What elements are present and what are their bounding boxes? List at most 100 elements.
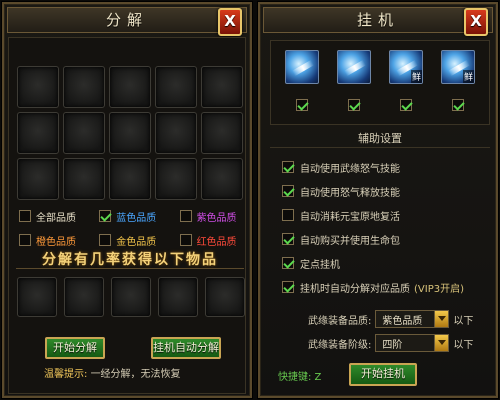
tier-suffix: 以下 — [453, 339, 474, 351]
skill-tag: 鲜 — [410, 70, 422, 83]
hotkey-hint: 快捷键: Z — [278, 372, 322, 383]
tier-select[interactable]: 四阶 — [375, 334, 450, 352]
decompose-title: 分解 — [105, 11, 148, 29]
option-checkbox[interactable] — [282, 281, 294, 293]
reward-slot[interactable] — [111, 277, 151, 317]
warning-tip: 温馨提示: 一经分解，无法恢复 — [44, 365, 181, 380]
filter-label: 橙色品质 — [36, 236, 76, 248]
item-slot[interactable] — [109, 158, 151, 200]
item-slot[interactable] — [109, 112, 151, 154]
option-auto-decompose[interactable]: 挂机时自动分解对应品质 (VIP3开启) — [282, 279, 464, 295]
option-label: 自动购买并使用生命包 — [300, 235, 400, 247]
option-checkbox[interactable] — [282, 233, 294, 245]
option-checkbox[interactable] — [282, 185, 294, 197]
option-auto-buy-health[interactable]: 自动购买并使用生命包 — [282, 231, 400, 247]
item-slot[interactable] — [201, 158, 243, 200]
quality-select-row: 武缘装备品质: 紫色品质 以下 — [308, 309, 473, 329]
filter-purple-quality[interactable]: 紫色品质 — [179, 209, 244, 224]
filter-checkbox[interactable] — [179, 210, 192, 222]
item-slot[interactable] — [155, 66, 197, 108]
option-auto-release-skill[interactable]: 自动使用怒气释放技能 — [282, 183, 400, 199]
skill-checkbox[interactable] — [400, 99, 412, 111]
item-slot[interactable] — [201, 66, 243, 108]
filter-checkbox[interactable] — [179, 234, 192, 246]
filter-all-quality[interactable]: 全部品质 — [19, 209, 99, 224]
filter-blue-quality[interactable]: 蓝色品质 — [99, 209, 179, 224]
quality-select[interactable]: 紫色品质 — [375, 310, 450, 328]
chevron-down-icon[interactable] — [434, 335, 449, 351]
auto-battle-title: 挂机 — [356, 11, 399, 29]
filter-orange-quality[interactable]: 橙色品质 — [19, 233, 99, 248]
filter-label: 全部品质 — [36, 212, 76, 224]
item-slot[interactable] — [63, 66, 105, 108]
item-slot[interactable] — [17, 112, 59, 154]
item-slot[interactable] — [63, 112, 105, 154]
option-label: 自动使用怒气释放技能 — [300, 187, 400, 199]
item-slot[interactable] — [109, 66, 151, 108]
reward-slot[interactable] — [17, 277, 57, 317]
tier-select-row: 武缘装备阶级: 四阶 以下 — [308, 333, 473, 353]
decompose-panel: 分解 X 全部品质 蓝色品质 紫色品质 橙色品质 金色品质 红色品质 分解有几率… — [2, 2, 252, 398]
skill-checkbox[interactable] — [452, 99, 464, 111]
reward-slot[interactable] — [158, 277, 198, 317]
item-slot[interactable] — [63, 158, 105, 200]
option-label: 定点挂机 — [300, 259, 340, 271]
reward-slot[interactable] — [205, 277, 245, 317]
skill-slash-icon[interactable] — [285, 50, 319, 84]
tier-label: 武缘装备阶级: — [308, 339, 372, 351]
auto-battle-close-button[interactable]: X — [464, 8, 488, 36]
tip-text: 一经分解，无法恢复 — [90, 369, 181, 380]
option-checkbox[interactable] — [282, 209, 294, 221]
tip-label: 温馨提示: — [44, 369, 88, 380]
assist-settings-title: 辅助设置 — [270, 130, 490, 148]
option-label: 自动消耗元宝原地复活 — [300, 211, 400, 223]
filter-label: 红色品质 — [196, 236, 237, 248]
item-slot[interactable] — [201, 112, 243, 154]
filter-label: 紫色品质 — [196, 212, 237, 224]
filter-checkbox[interactable] — [99, 234, 112, 246]
filter-red-quality[interactable]: 红色品质 — [179, 233, 244, 248]
filter-label: 蓝色品质 — [116, 212, 157, 224]
skill-glow — [291, 59, 315, 77]
option-label: 自动使用武缘怒气技能 — [300, 163, 400, 175]
item-slot[interactable] — [17, 158, 59, 200]
skill-thrust-icon[interactable]: 鲜 — [389, 50, 423, 84]
filter-checkbox[interactable] — [19, 234, 31, 246]
filter-checkbox[interactable] — [19, 210, 31, 222]
start-auto-battle-button[interactable]: 开始挂机 — [349, 363, 417, 386]
filter-checkbox[interactable] — [99, 210, 112, 222]
auto-decompose-button[interactable]: 挂机自动分解 — [151, 337, 221, 359]
option-label: 挂机时自动分解对应品质 — [300, 283, 410, 295]
vip-requirement: (VIP3开启) — [414, 283, 464, 295]
filter-gold-quality[interactable]: 金色品质 — [99, 233, 179, 248]
start-decompose-button[interactable]: 开始分解 — [45, 337, 105, 359]
skill-strike-icon[interactable]: 鲜 — [441, 50, 475, 84]
decompose-title-bar: 分解 X — [7, 7, 247, 36]
item-slot[interactable] — [155, 158, 197, 200]
chevron-down-icon[interactable] — [434, 311, 449, 327]
filter-label: 金色品质 — [116, 236, 157, 248]
option-auto-revive[interactable]: 自动消耗元宝原地复活 — [282, 207, 400, 223]
skill-glow — [343, 59, 367, 77]
skill-checkbox[interactable] — [348, 99, 360, 111]
skill-checkbox[interactable] — [296, 99, 308, 111]
tier-value: 四阶 — [382, 339, 403, 351]
close-icon: X — [224, 12, 236, 30]
quality-value: 紫色品质 — [382, 315, 423, 327]
quality-filters: 全部品质 蓝色品质 紫色品质 橙色品质 金色品质 红色品质 — [19, 204, 244, 252]
option-fixed-point[interactable]: 定点挂机 — [282, 255, 340, 271]
item-slot[interactable] — [155, 112, 197, 154]
auto-battle-title-bar: 挂机 X — [263, 7, 493, 36]
skill-wave-icon[interactable] — [337, 50, 371, 84]
reward-slot[interactable] — [64, 277, 104, 317]
option-auto-rage-skill[interactable]: 自动使用武缘怒气技能 — [282, 159, 400, 175]
reward-slots — [17, 277, 245, 317]
option-checkbox[interactable] — [282, 161, 294, 173]
quality-filter-row: 全部品质 蓝色品质 紫色品质 — [19, 204, 244, 228]
close-icon: X — [470, 12, 482, 30]
option-checkbox[interactable] — [282, 257, 294, 269]
quality-suffix: 以下 — [453, 315, 474, 327]
skill-selection: 鲜 鲜 — [270, 40, 490, 125]
item-slot[interactable] — [17, 66, 59, 108]
decompose-close-button[interactable]: X — [218, 8, 242, 36]
